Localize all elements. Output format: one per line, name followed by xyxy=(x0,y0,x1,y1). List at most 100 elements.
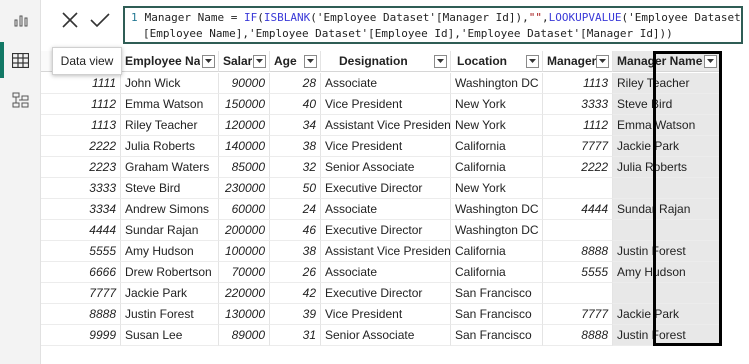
cell-employee-name[interactable]: Susan Lee xyxy=(121,325,219,346)
cell-salary[interactable]: 130000 xyxy=(219,304,270,325)
cell-employee-name[interactable]: Justin Forest xyxy=(121,304,219,325)
column-header-manager-name[interactable]: Manager Name xyxy=(613,51,721,72)
cell-age[interactable]: 42 xyxy=(270,283,321,304)
table-row[interactable]: 7777 Jackie Park 220000 42 Executive Directo… xyxy=(41,283,721,304)
cell-employee-id[interactable]: 7777 xyxy=(41,283,121,304)
cell-location[interactable]: Washington DC xyxy=(451,220,543,241)
cell-salary[interactable]: 70000 xyxy=(219,262,270,283)
filter-dropdown-icon[interactable] xyxy=(596,54,609,68)
cell-salary[interactable]: 90000 xyxy=(219,73,270,94)
cell-employee-id[interactable]: 6666 xyxy=(41,262,121,283)
cell-designation[interactable]: Senior Associate xyxy=(321,157,451,178)
cell-manager-name[interactable]: Amy Hudson xyxy=(613,262,721,283)
filter-dropdown-icon[interactable] xyxy=(704,54,717,68)
cell-employee-name[interactable]: Emma Watson xyxy=(121,94,219,115)
cell-manager-name[interactable]: Julia Roberts xyxy=(613,157,721,178)
cell-designation[interactable]: Associate xyxy=(321,262,451,283)
cell-employee-name[interactable]: Julia Roberts xyxy=(121,136,219,157)
cell-designation[interactable]: Executive Director xyxy=(321,283,451,304)
table-row[interactable]: 6666 Drew Robertson 70000 26 Associate Califo… xyxy=(41,262,721,283)
column-header-location[interactable]: Location xyxy=(451,51,543,72)
cell-employee-id[interactable]: 1113 xyxy=(41,115,121,136)
cell-location[interactable]: San Francisco xyxy=(451,304,543,325)
cell-manager-name[interactable] xyxy=(613,220,721,241)
column-header-designation[interactable]: Designation xyxy=(321,51,451,72)
cell-salary[interactable]: 120000 xyxy=(219,115,270,136)
data-view-button[interactable] xyxy=(0,45,41,75)
cell-location[interactable]: California xyxy=(451,157,543,178)
cell-designation[interactable]: Vice President xyxy=(321,94,451,115)
cell-salary[interactable]: 150000 xyxy=(219,94,270,115)
cell-designation[interactable]: Assistant Vice President xyxy=(321,241,451,262)
table-row[interactable]: 1111 John Wick 90000 28 Associate Washington … xyxy=(41,73,721,94)
cell-manager-name[interactable]: Jackie Park xyxy=(613,304,721,325)
cell-designation[interactable]: Associate xyxy=(321,199,451,220)
table-row[interactable]: 5555 Amy Hudson 100000 38 Assistant Vice Pre… xyxy=(41,241,721,262)
filter-dropdown-icon[interactable] xyxy=(526,54,539,68)
cell-designation[interactable]: Vice President xyxy=(321,304,451,325)
cell-manager-id[interactable]: 4444 xyxy=(543,199,613,220)
cell-manager-id[interactable]: 1113 xyxy=(543,73,613,94)
report-view-button[interactable] xyxy=(0,5,41,35)
cell-employee-name[interactable]: John Wick xyxy=(121,73,219,94)
cell-manager-id[interactable]: 5555 xyxy=(543,262,613,283)
cell-location[interactable]: California xyxy=(451,136,543,157)
cell-manager-id[interactable]: 8888 xyxy=(543,325,613,346)
cell-employee-id[interactable]: 1111 xyxy=(41,73,121,94)
cell-manager-id[interactable]: 3333 xyxy=(543,94,613,115)
commit-formula-button[interactable] xyxy=(85,7,115,33)
model-view-button[interactable] xyxy=(0,85,41,115)
cell-manager-name[interactable]: Emma Watson xyxy=(613,115,721,136)
cell-employee-id[interactable]: 8888 xyxy=(41,304,121,325)
cell-manager-name[interactable] xyxy=(613,283,721,304)
cell-location[interactable]: San Francisco xyxy=(451,325,543,346)
cell-employee-name[interactable]: Andrew Simons xyxy=(121,199,219,220)
cell-manager-id[interactable]: 8888 xyxy=(543,241,613,262)
cell-salary[interactable]: 85000 xyxy=(219,157,270,178)
cell-location[interactable]: New York xyxy=(451,115,543,136)
filter-dropdown-icon[interactable] xyxy=(253,54,266,68)
cell-location[interactable]: California xyxy=(451,241,543,262)
cell-designation[interactable]: Associate xyxy=(321,73,451,94)
cell-designation[interactable]: Executive Director xyxy=(321,178,451,199)
cell-employee-id[interactable]: 1112 xyxy=(41,94,121,115)
cell-manager-id[interactable] xyxy=(543,178,613,199)
table-row[interactable]: 8888 Justin Forest 130000 39 Vice President S… xyxy=(41,304,721,325)
cell-age[interactable]: 38 xyxy=(270,136,321,157)
cell-employee-name[interactable]: Steve Bird xyxy=(121,178,219,199)
cell-location[interactable]: New York xyxy=(451,178,543,199)
cell-age[interactable]: 31 xyxy=(270,325,321,346)
cell-employee-id[interactable]: 5555 xyxy=(41,241,121,262)
cell-salary[interactable]: 230000 xyxy=(219,178,270,199)
cell-salary[interactable]: 60000 xyxy=(219,199,270,220)
cell-location[interactable]: San Francisco xyxy=(451,283,543,304)
table-row[interactable]: 4444 Sundar Rajan 200000 46 Executive Direct… xyxy=(41,220,721,241)
cell-location[interactable]: New York xyxy=(451,94,543,115)
cell-employee-name[interactable]: Sundar Rajan xyxy=(121,220,219,241)
cell-designation[interactable]: Assistant Vice President xyxy=(321,115,451,136)
cell-employee-id[interactable]: 3333 xyxy=(41,178,121,199)
filter-dropdown-icon[interactable] xyxy=(434,54,447,68)
cell-age[interactable]: 34 xyxy=(270,115,321,136)
column-header-salary[interactable]: Salar xyxy=(219,51,270,72)
cell-manager-name[interactable]: Justin Forest xyxy=(613,325,721,346)
cancel-formula-button[interactable] xyxy=(55,7,85,33)
cell-manager-name[interactable]: Riley Teacher xyxy=(613,73,721,94)
column-header-manager-id[interactable]: Manager xyxy=(543,51,613,72)
cell-manager-name[interactable]: Jackie Park xyxy=(613,136,721,157)
cell-location[interactable]: California xyxy=(451,262,543,283)
column-header-age[interactable]: Age xyxy=(270,51,321,72)
cell-salary[interactable]: 200000 xyxy=(219,220,270,241)
column-header-employee-name[interactable]: Employee Na xyxy=(121,51,219,72)
cell-manager-id[interactable]: 2222 xyxy=(543,157,613,178)
cell-employee-id[interactable]: 9999 xyxy=(41,325,121,346)
table-row[interactable]: 3333 Steve Bird 230000 50 Executive Director… xyxy=(41,178,721,199)
cell-salary[interactable]: 220000 xyxy=(219,283,270,304)
cell-manager-id[interactable] xyxy=(543,283,613,304)
cell-employee-name[interactable]: Amy Hudson xyxy=(121,241,219,262)
table-row[interactable]: 1112 Emma Watson 150000 40 Vice President New… xyxy=(41,94,721,115)
cell-location[interactable]: Washington DC xyxy=(451,73,543,94)
cell-salary[interactable]: 140000 xyxy=(219,136,270,157)
cell-salary[interactable]: 100000 xyxy=(219,241,270,262)
cell-age[interactable]: 40 xyxy=(270,94,321,115)
